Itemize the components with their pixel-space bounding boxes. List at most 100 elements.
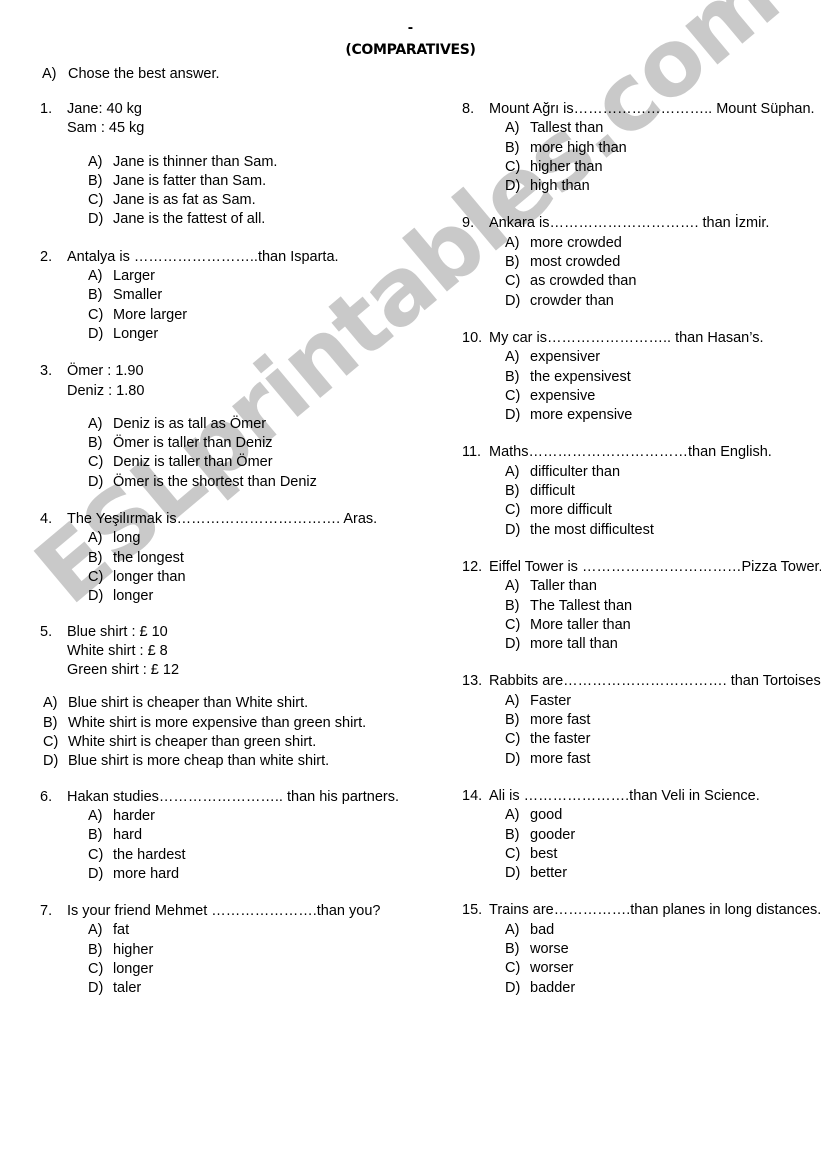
option-item[interactable]: A) Larger: [88, 267, 440, 286]
option-item[interactable]: C) More taller than: [505, 616, 812, 635]
option-item[interactable]: A) Deniz is as tall as Ömer: [88, 415, 440, 434]
option-item[interactable]: C) higher than: [505, 158, 812, 177]
question-extra-line: Sam : 45 kg: [67, 120, 145, 137]
option-item[interactable]: A) Jane is thinner than Sam.: [88, 153, 440, 172]
option-item[interactable]: B) higher: [88, 941, 440, 960]
option-item[interactable]: B) hard: [88, 826, 440, 845]
option-item[interactable]: A) bad: [505, 921, 812, 940]
option-label: D): [88, 865, 104, 882]
option-item[interactable]: A) more crowded: [505, 234, 812, 253]
question-number: 5.: [40, 623, 53, 640]
option-item[interactable]: B) The Tallest than: [505, 597, 812, 616]
option-item[interactable]: D) Longer: [88, 325, 440, 344]
option-item[interactable]: B) gooder: [505, 826, 812, 845]
option-text: best: [530, 845, 558, 862]
option-item[interactable]: C) worser: [505, 959, 812, 978]
question-stem: 5. Blue shirt : £ 10: [40, 623, 440, 642]
option-item[interactable]: C) more difficult: [505, 501, 812, 520]
option-item[interactable]: A) expensiver: [505, 348, 812, 367]
stem-option-spacer: [40, 139, 440, 153]
option-text: worse: [530, 940, 569, 957]
option-text: White shirt is more expensive than green…: [68, 714, 367, 731]
instruction-line: A) Chose the best answer.: [42, 66, 220, 83]
option-item[interactable]: A) Faster: [505, 692, 812, 711]
option-text: Jane is fatter than Sam.: [113, 172, 267, 189]
question-stem: 11. Maths……………………………than English.: [462, 443, 812, 462]
option-item[interactable]: B) White shirt is more expensive than gre…: [43, 714, 440, 733]
option-text: bad: [530, 921, 555, 938]
option-item[interactable]: D) Jane is the fattest of all.: [88, 210, 440, 229]
question-gap: [40, 344, 440, 362]
option-item[interactable]: D) more expensive: [505, 406, 812, 425]
option-item[interactable]: C) longer: [88, 960, 440, 979]
option-label: A): [88, 415, 103, 432]
question-item: 5. Blue shirt : £ 10 White shirt : £ 8 Gree…: [40, 623, 440, 788]
option-text: harder: [113, 807, 155, 824]
option-item[interactable]: A) good: [505, 806, 812, 825]
option-item[interactable]: D) high than: [505, 177, 812, 196]
option-item[interactable]: C) longer than: [88, 568, 440, 587]
option-item[interactable]: D) longer: [88, 587, 440, 606]
option-list: A) Deniz is as tall as Ömer B) Ömer is tall…: [40, 415, 440, 492]
option-item[interactable]: D) the most difficultest: [505, 521, 812, 540]
option-text: the hardest: [113, 846, 186, 863]
option-item[interactable]: B) more high than: [505, 139, 812, 158]
option-item[interactable]: C) White shirt is cheaper than green shir…: [43, 733, 440, 752]
option-item[interactable]: B) Jane is fatter than Sam.: [88, 172, 440, 191]
option-item[interactable]: C) as crowded than: [505, 272, 812, 291]
option-item[interactable]: D) badder: [505, 979, 812, 998]
option-label: C): [88, 454, 104, 471]
option-item[interactable]: C) More larger: [88, 306, 440, 325]
option-item[interactable]: B) worse: [505, 940, 812, 959]
option-label: A): [505, 921, 520, 938]
option-item[interactable]: A) Tallest than: [505, 119, 812, 138]
option-item[interactable]: D) more hard: [88, 865, 440, 884]
option-text: Faster: [530, 692, 572, 709]
option-item[interactable]: C) Deniz is taller than Ömer: [88, 453, 440, 472]
option-item[interactable]: B) Smaller: [88, 286, 440, 305]
option-item[interactable]: D) more fast: [505, 750, 812, 769]
option-item[interactable]: B) most crowded: [505, 253, 812, 272]
option-item[interactable]: C) best: [505, 845, 812, 864]
option-list: A) Jane is thinner than Sam. B) Jane is fat…: [40, 153, 440, 230]
option-item[interactable]: A) long: [88, 529, 440, 548]
option-item[interactable]: D) more tall than: [505, 635, 812, 654]
question-stem: 6. Hakan studies…………………….. than his partn…: [40, 788, 440, 807]
option-text: Jane is thinner than Sam.: [113, 153, 278, 170]
option-text: the most difficultest: [530, 521, 654, 538]
option-item[interactable]: A) Blue shirt is cheaper than White shirt…: [43, 694, 440, 713]
option-text: Larger: [113, 268, 155, 285]
option-item[interactable]: D) Ömer is the shortest than Deniz: [88, 473, 440, 492]
option-item[interactable]: D) crowder than: [505, 292, 812, 311]
option-item[interactable]: C) Jane is as fat as Sam.: [88, 191, 440, 210]
question-text: Jane: 40 kg: [67, 101, 142, 117]
option-item[interactable]: C) the faster: [505, 730, 812, 749]
option-item[interactable]: B) Ömer is taller than Deniz: [88, 434, 440, 453]
question-extra-line: Green shirt : £ 12: [67, 662, 180, 679]
stem-option-spacer: [40, 680, 440, 694]
option-item[interactable]: A) fat: [88, 921, 440, 940]
option-item[interactable]: D) better: [505, 864, 812, 883]
option-item[interactable]: A) difficulter than: [505, 463, 812, 482]
option-item[interactable]: D) Blue shirt is more cheap than white sh…: [43, 752, 440, 771]
option-text: The Tallest than: [530, 597, 633, 614]
option-label: C): [505, 616, 521, 633]
option-label: B): [505, 368, 520, 385]
option-item[interactable]: B) more fast: [505, 711, 812, 730]
option-list: A) long B) the longest C) longer than D) longer: [40, 529, 440, 606]
question-gap: [40, 230, 440, 248]
option-item[interactable]: C) the hardest: [88, 846, 440, 865]
question-number: 4.: [40, 511, 53, 528]
option-item[interactable]: B) difficult: [505, 482, 812, 501]
instruction-label: A): [42, 66, 57, 82]
option-item[interactable]: C) expensive: [505, 387, 812, 406]
question-item: 12. Eiffel Tower is ……………………………Pizza Towe…: [462, 558, 821, 672]
option-item[interactable]: A) Taller than: [505, 577, 812, 596]
option-label: B): [505, 826, 520, 843]
option-item[interactable]: A) harder: [88, 807, 440, 826]
option-item[interactable]: B) the longest: [88, 549, 440, 568]
option-item[interactable]: B) the expensivest: [505, 368, 812, 387]
option-item[interactable]: D) taler: [88, 979, 440, 998]
option-list: A) Tallest than B) more high than C) higher t…: [462, 119, 812, 196]
question-gap: [40, 772, 440, 788]
